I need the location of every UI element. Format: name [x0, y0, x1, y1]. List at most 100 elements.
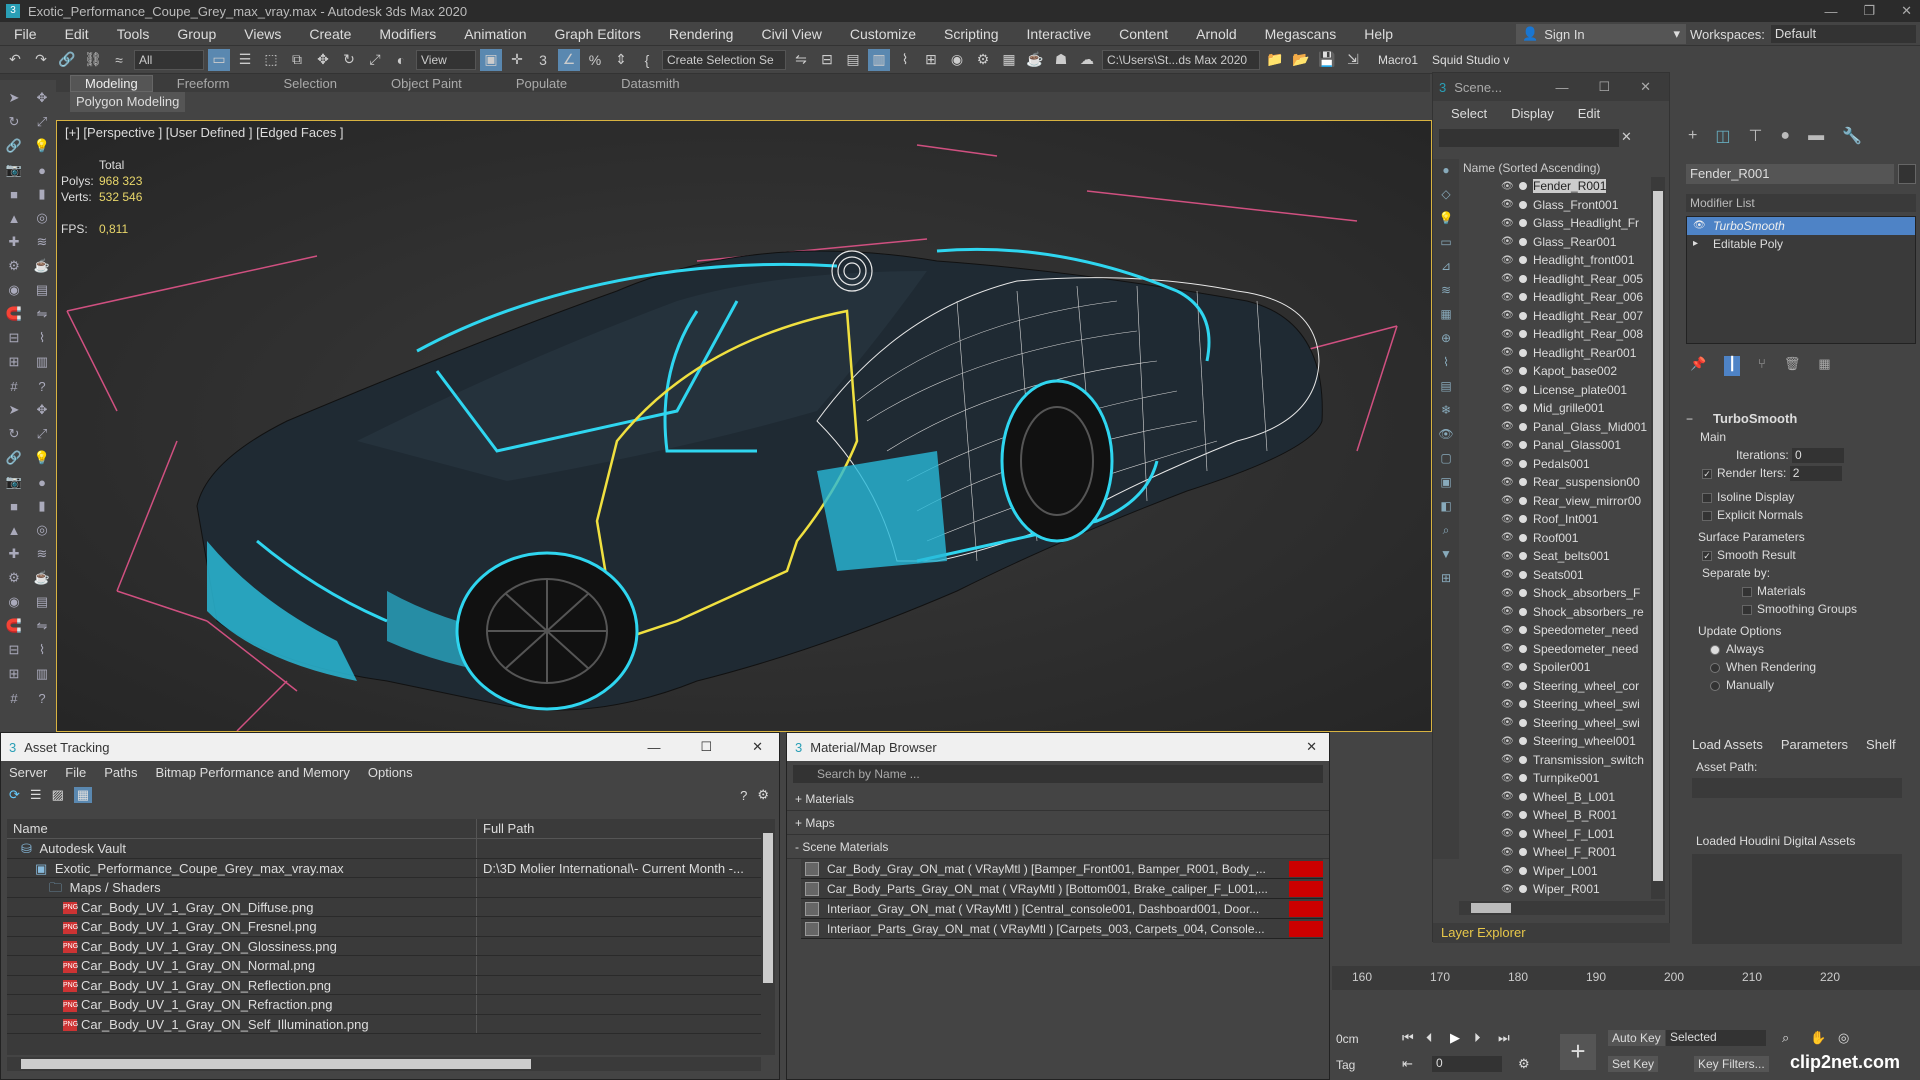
- toggle-ribbon-icon[interactable]: ▥: [868, 48, 890, 71]
- visibility-eye-icon[interactable]: 👁: [1501, 736, 1515, 747]
- visibility-eye-icon[interactable]: 👁: [1501, 773, 1515, 784]
- ribbon-tab-freeform[interactable]: Freeform: [177, 76, 260, 91]
- spacewarp-icon[interactable]: ≋: [33, 545, 51, 563]
- table-row[interactable]: PNG Car_Body_UV_1_Gray_ON_Refraction.png: [7, 995, 761, 1015]
- menu-help[interactable]: Help: [1350, 22, 1407, 46]
- freeze-dot-icon[interactable]: [1519, 644, 1527, 653]
- visibility-eye-icon[interactable]: 👁: [1501, 532, 1515, 543]
- cone-icon[interactable]: ▲: [5, 209, 23, 227]
- layer-icon[interactable]: ⊞: [1437, 571, 1455, 589]
- visibility-eye-icon[interactable]: 👁: [1501, 329, 1515, 340]
- filter-shape-icon[interactable]: ◇: [1437, 187, 1455, 205]
- scene-object-row[interactable]: 👁 Kapot_base002: [1459, 362, 1649, 381]
- material-section-header[interactable]: + Maps: [787, 811, 1329, 835]
- scene-object-row[interactable]: 👁 Rear_suspension00: [1459, 473, 1649, 492]
- freeze-dot-icon[interactable]: [1519, 718, 1527, 727]
- filter-geometry-icon[interactable]: ●: [1437, 163, 1455, 181]
- polygon-modeling-panel[interactable]: Polygon Modeling: [70, 92, 186, 112]
- filter-none-icon[interactable]: ▣: [1437, 475, 1455, 493]
- scene-object-row[interactable]: 👁 Wheel_B_R001: [1459, 806, 1649, 825]
- scene-object-row[interactable]: 👁 Headlight_Rear001: [1459, 344, 1649, 363]
- ribbon-tab-selection[interactable]: Selection: [284, 76, 367, 91]
- camera-icon[interactable]: 📷: [5, 473, 23, 491]
- freeze-dot-icon[interactable]: [1519, 274, 1527, 283]
- scale-icon[interactable]: ⤢: [364, 49, 386, 71]
- freeze-dot-icon[interactable]: [1519, 848, 1527, 857]
- freeze-dot-icon[interactable]: [1519, 681, 1527, 690]
- scene-object-row[interactable]: 👁 Roof_Int001: [1459, 510, 1649, 529]
- freeze-dot-icon[interactable]: [1519, 737, 1527, 746]
- selection-filter-dropdown[interactable]: All: [134, 49, 204, 70]
- undo-icon[interactable]: ↶: [4, 49, 26, 71]
- freeze-dot-icon[interactable]: [1519, 626, 1527, 635]
- freeze-dot-icon[interactable]: [1519, 811, 1527, 820]
- move-icon[interactable]: ✥: [33, 89, 51, 107]
- grid-icon[interactable]: #: [5, 377, 23, 395]
- reference-coord-dropdown[interactable]: View: [416, 49, 476, 70]
- visibility-eye-icon[interactable]: 👁: [1501, 366, 1515, 377]
- scene-object-row[interactable]: 👁 Wheel_F_R001: [1459, 843, 1649, 862]
- scene-search-input[interactable]: [1439, 129, 1619, 147]
- select-icon[interactable]: ➤: [5, 89, 23, 107]
- menu-graph-editors[interactable]: Graph Editors: [540, 22, 654, 46]
- asset-table-scrollbar[interactable]: [761, 819, 775, 1055]
- scene-object-row[interactable]: 👁 Steering_wheel_cor: [1459, 677, 1649, 696]
- freeze-dot-icon[interactable]: [1519, 385, 1527, 394]
- bind-spacewarp-icon[interactable]: ≈: [108, 49, 130, 71]
- filter-container-icon[interactable]: ▤: [1437, 379, 1455, 397]
- menu-group[interactable]: Group: [163, 22, 230, 46]
- render-icon[interactable]: ☕: [1024, 49, 1046, 71]
- render-iters-checkbox[interactable]: ✓: [1702, 468, 1712, 479]
- curve-icon[interactable]: ⌇: [33, 329, 51, 347]
- scene-menu-select[interactable]: Select: [1451, 106, 1487, 121]
- project-path-dropdown[interactable]: C:\Users\St...ds Max 2020: [1102, 49, 1260, 70]
- modifier-stack-item[interactable]: 👁 TurboSmooth: [1687, 217, 1915, 235]
- angle-snap-icon[interactable]: ∠: [558, 48, 580, 71]
- materials-checkbox[interactable]: [1742, 586, 1752, 597]
- table-row[interactable]: PNG Car_Body_UV_1_Gray_ON_Self_Illuminati…: [7, 1014, 761, 1034]
- layer-icon[interactable]: ▤: [33, 281, 51, 299]
- make-unique-icon[interactable]: ⑂: [1758, 356, 1766, 376]
- visibility-eye-icon[interactable]: 👁: [1501, 477, 1515, 488]
- visibility-eye-icon[interactable]: 👁: [1501, 662, 1515, 673]
- column-header-path[interactable]: Full Path: [477, 819, 534, 838]
- scene-object-row[interactable]: 👁 Steering_wheel_swi: [1459, 695, 1649, 714]
- houdini-assets-list[interactable]: [1692, 854, 1902, 944]
- help-icon[interactable]: ?: [33, 689, 51, 707]
- system-icon[interactable]: ⚙: [5, 569, 23, 587]
- material-row[interactable]: Car_Body_Gray_ON_mat ( VRayMtl ) [Bamper…: [801, 859, 1323, 879]
- link-icon[interactable]: 🔗: [5, 449, 23, 467]
- scale-icon[interactable]: ⤢: [33, 113, 51, 131]
- select-object-icon[interactable]: ▭: [208, 48, 230, 71]
- link-icon[interactable]: 🔗: [5, 137, 23, 155]
- key-filters-button[interactable]: Key Filters...: [1694, 1056, 1769, 1072]
- freeze-dot-icon[interactable]: [1519, 478, 1527, 487]
- render-cloud-icon[interactable]: ☁: [1076, 49, 1098, 71]
- scene-object-row[interactable]: 👁 Wheel_B_L001: [1459, 788, 1649, 807]
- grid-icon[interactable]: #: [5, 689, 23, 707]
- freeze-dot-icon[interactable]: [1519, 182, 1527, 191]
- freeze-dot-icon[interactable]: [1519, 885, 1527, 894]
- thumbnail-view-icon[interactable]: ▨: [52, 787, 64, 803]
- layer-icon[interactable]: ▤: [33, 593, 51, 611]
- macro-button[interactable]: Macro1: [1378, 53, 1418, 67]
- menu-interactive[interactable]: Interactive: [1013, 22, 1106, 46]
- filter-invert-icon[interactable]: ◧: [1437, 499, 1455, 517]
- help-icon[interactable]: ?: [740, 788, 747, 803]
- visibility-eye-icon[interactable]: 👁: [1501, 458, 1515, 469]
- helper-icon[interactable]: ✚: [5, 233, 23, 251]
- scene-object-row[interactable]: 👁 Steering_wheel_swi: [1459, 714, 1649, 733]
- asset-path-input[interactable]: [1692, 778, 1902, 798]
- snap-icon[interactable]: 🧲: [5, 617, 23, 635]
- scene-object-row[interactable]: 👁 Pedals001: [1459, 455, 1649, 474]
- explicit-normals-checkbox[interactable]: [1702, 510, 1712, 521]
- hierarchy-tab-icon[interactable]: ⊤: [1748, 126, 1762, 146]
- scene-object-row[interactable]: 👁 Panal_Glass_Mid001: [1459, 418, 1649, 437]
- scene-object-row[interactable]: 👁 Wiper_R001: [1459, 880, 1649, 899]
- layer-explorer-dropdown[interactable]: Layer Explorer: [1433, 923, 1671, 943]
- filter-spacewarp-icon[interactable]: ≋: [1437, 283, 1455, 301]
- menu-tools[interactable]: Tools: [103, 22, 164, 46]
- visibility-eye-icon[interactable]: 👁: [1501, 403, 1515, 414]
- scene-scrollbar[interactable]: [1651, 177, 1665, 899]
- render-iterative-icon[interactable]: ☗: [1050, 49, 1072, 71]
